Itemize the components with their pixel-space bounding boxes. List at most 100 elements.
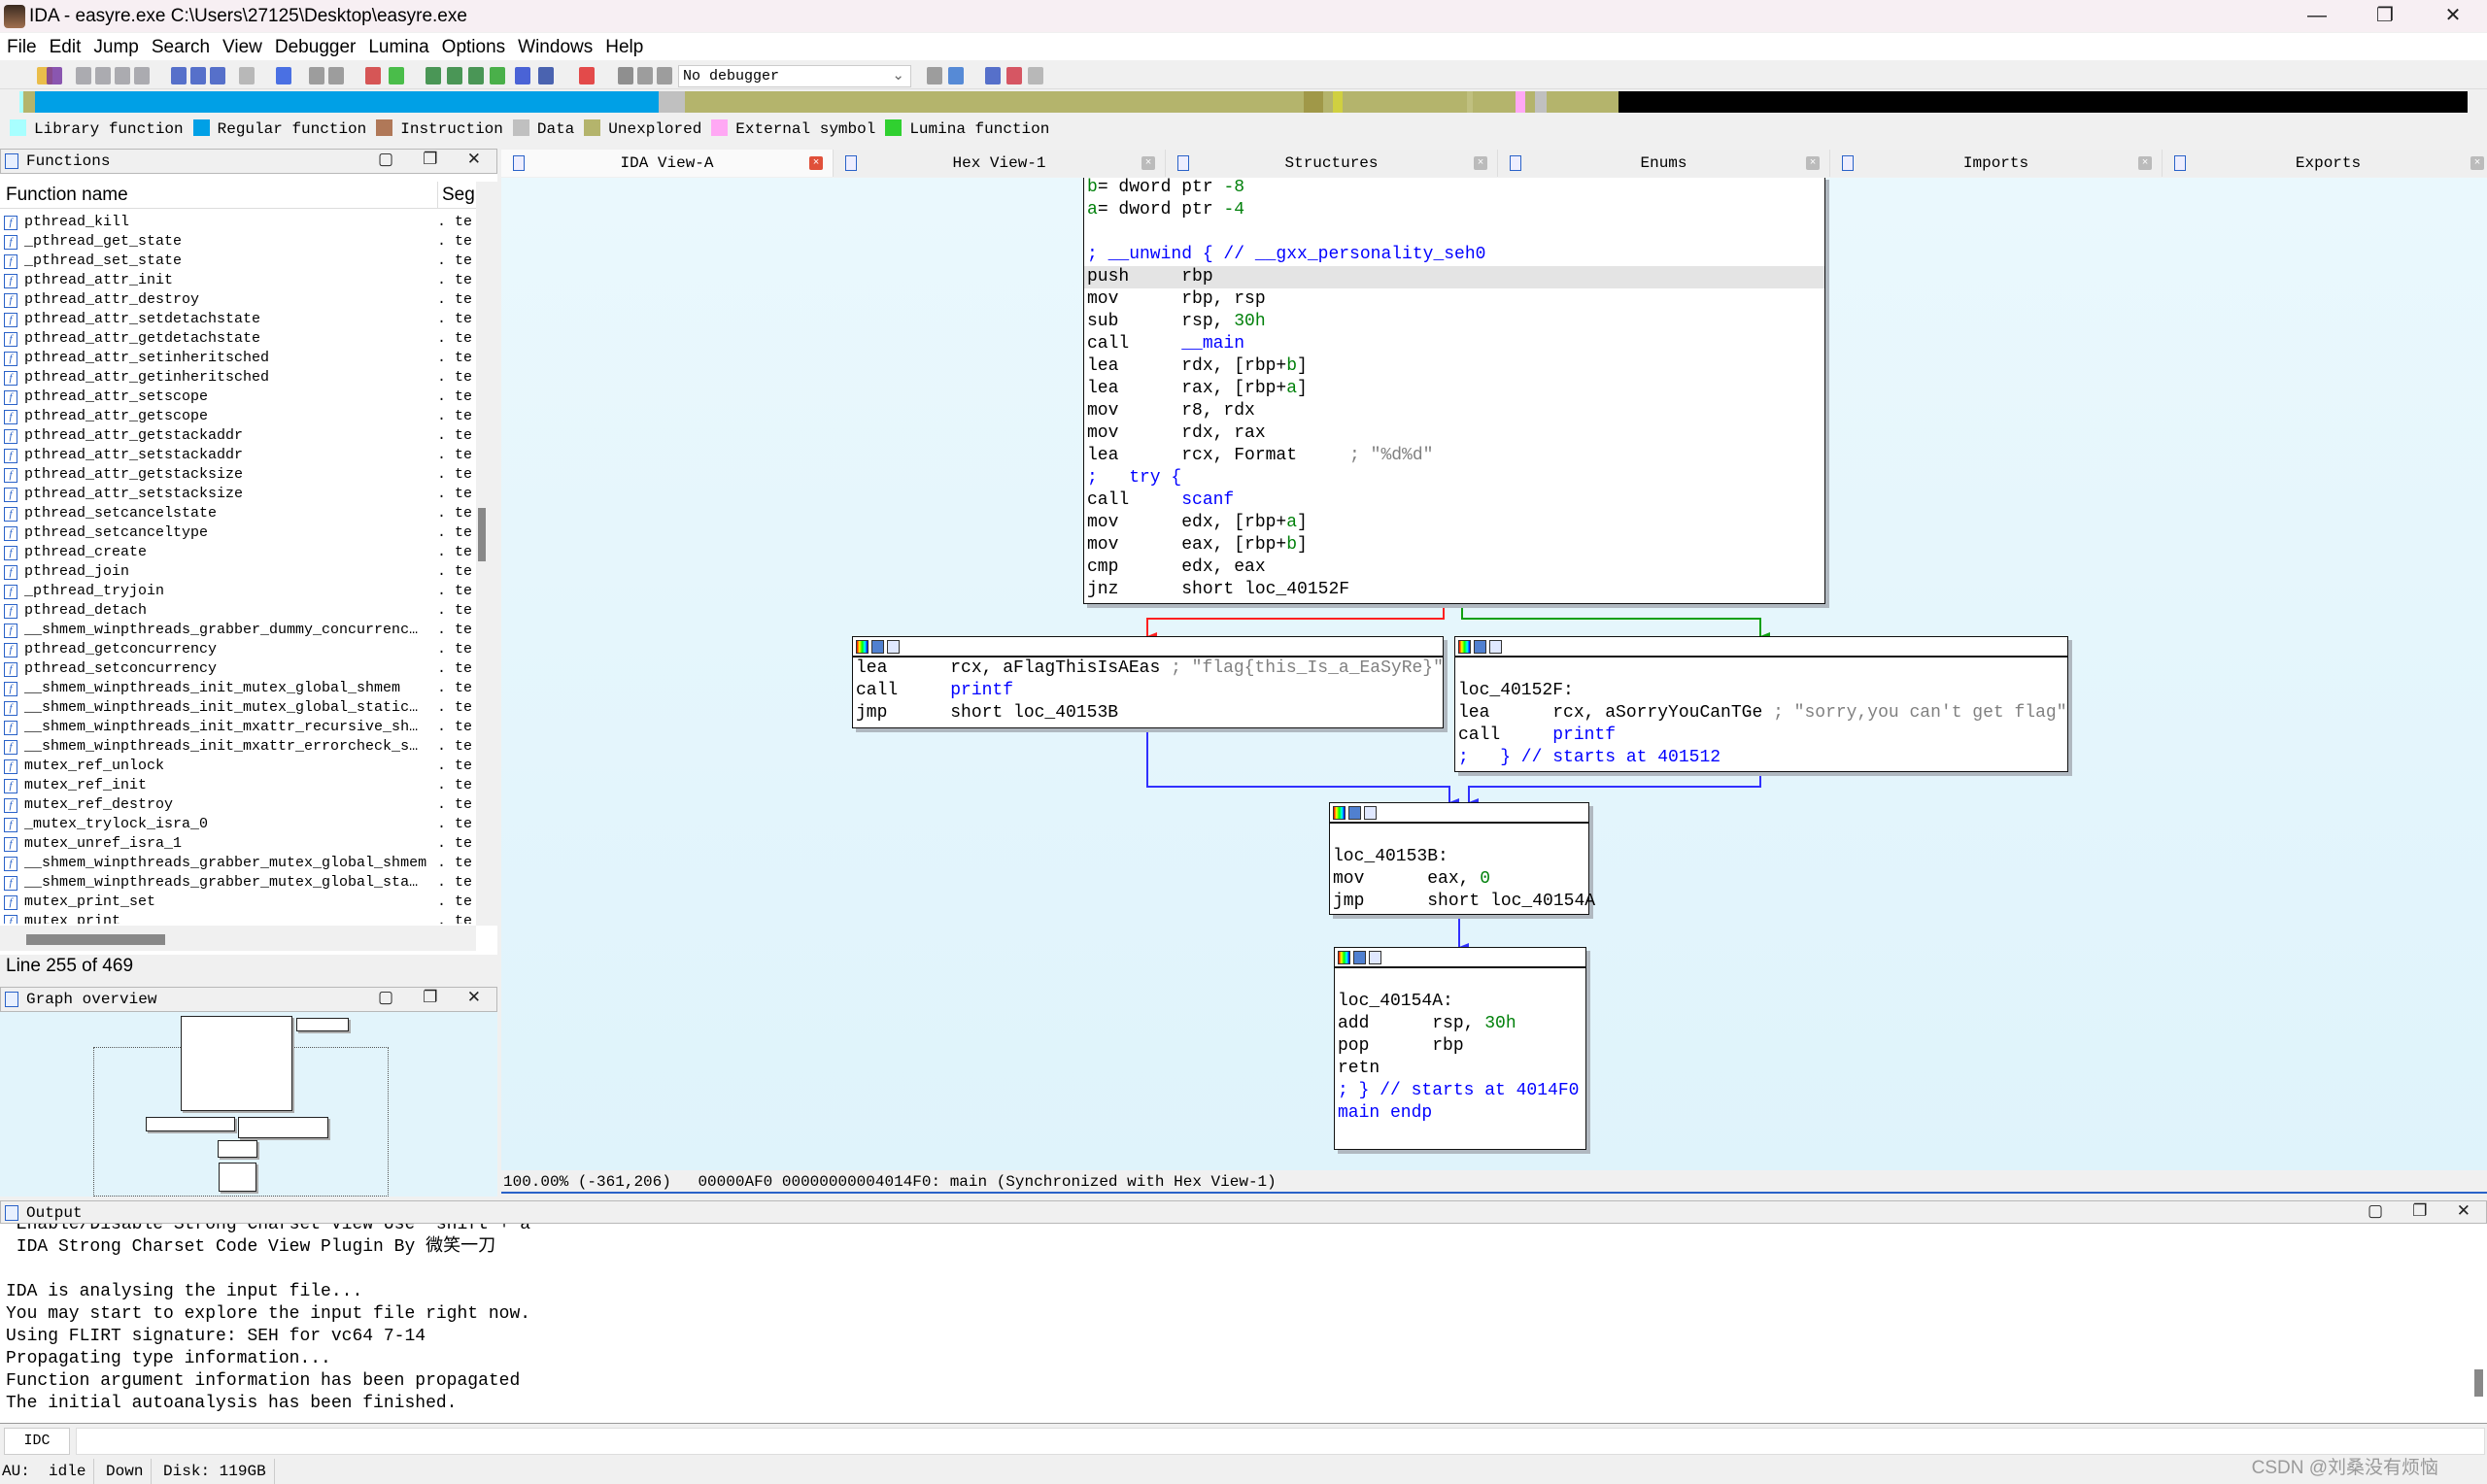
code-line[interactable] [1455,658,2067,680]
function-row[interactable]: f __shmem_winpthreads_init_mxattr_errorch… [0,737,476,757]
graph-toggle-icon[interactable] [887,640,900,654]
tab-imports[interactable]: Imports × [1830,150,2163,177]
code-line[interactable]: push rbp [1084,266,1824,288]
remove-breakpoint-icon[interactable] [1028,67,1043,84]
function-row[interactable]: f mutex_print_set . te [0,893,476,912]
code-line[interactable]: call scanf [1084,489,1824,512]
functions-hscroll-thumb[interactable] [26,934,165,945]
ascii-icon[interactable] [309,67,324,84]
tab-close-icon[interactable]: × [809,156,823,170]
function-row[interactable]: f __shmem_winpthreads_grabber_dummy_concu… [0,621,476,640]
edit-icon[interactable] [538,67,554,84]
code-line[interactable]: loc_40154A: [1335,991,1585,1013]
function-row[interactable]: f mutex_ref_init . te [0,776,476,795]
function-row[interactable]: f mutex_ref_destroy . te [0,795,476,815]
edge-jump[interactable] [1146,728,1459,806]
color-icon[interactable] [1338,951,1350,964]
stop-icon[interactable] [657,67,672,84]
function-row[interactable]: f __shmem_winpthreads_init_mutex_global_s… [0,679,476,698]
code-line[interactable]: lea rcx, aFlagThisIsAEas ; "flag{this_Is… [853,658,1444,680]
graph-toggle-icon[interactable] [1364,806,1377,820]
tab-enums[interactable]: Enums × [1498,150,1830,177]
menu-debugger[interactable]: Debugger [268,33,361,60]
delete-icon[interactable] [579,67,595,84]
function-row[interactable]: f pthread_attr_setstackaddr . te [0,446,476,465]
tab-close-icon[interactable]: × [1474,156,1487,170]
graph-node-sorry[interactable]: loc_40152F: lea rcx, aSorryYouCanTGe ; "s… [1454,636,2068,772]
function-row[interactable]: f pthread_attr_getdetachstate . te [0,329,476,349]
ida-view-graph[interactable]: b= dword ptr -8 a= dword ptr -4; __unwind… [501,178,2487,1170]
graph-node-flag[interactable]: lea rcx, aFlagThisIsAEas ; "flag{this_Is… [852,636,1444,728]
asterisk-icon[interactable] [515,67,530,84]
function-row[interactable]: f pthread_setcanceltype . te [0,523,476,543]
code-line[interactable]: jnz short loc_40152F [1084,579,1824,601]
code-line[interactable]: main endp [1335,1102,1585,1125]
graph-toggle-icon[interactable] [1369,951,1381,964]
graph-node-loc_40153B[interactable]: loc_40153B: mov eax, 0 jmp short loc_40154… [1329,802,1595,915]
function-row[interactable]: f _pthread_set_state . te [0,252,476,271]
code-line[interactable]: mov r8, rdx [1084,400,1824,422]
code-line[interactable]: lea rdx, [rbp+b] [1084,355,1824,378]
edge-true[interactable] [1461,606,1770,640]
output-window[interactable]: Enable/Disable Strong Charset View Use `… [0,1224,2487,1424]
function-row[interactable]: f pthread_getconcurrency . te [0,640,476,659]
tab-close-icon[interactable]: × [2470,156,2484,170]
code-line[interactable] [1335,968,1585,991]
column-header-function-name[interactable]: Function name [0,185,128,205]
code-line[interactable]: retn [1335,1058,1585,1080]
panel-window-buttons[interactable]: ▢ ❐ ✕ [378,988,491,1011]
string-icon[interactable] [468,67,484,84]
code-line[interactable]: mov rdx, rax [1084,422,1824,445]
code-line[interactable]: sub rsp, 30h [1084,311,1824,333]
code-line[interactable]: call __main [1084,333,1824,355]
code-line[interactable]: lea rcx, Format ; "%d%d" [1084,445,1824,467]
code-line[interactable]: mov eax, [rbp+b] [1084,534,1824,556]
dropdown-icon[interactable] [328,67,344,84]
code-line[interactable]: ; __unwind { // __gxx_personality_seh0 [1084,244,1824,266]
tab-close-icon[interactable]: × [1806,156,1820,170]
color-icon[interactable] [856,640,869,654]
save-icon[interactable] [47,67,62,84]
rename-icon[interactable] [1474,640,1486,654]
code-line[interactable]: lea rcx, aSorryYouCanTGe ; "sorry,you ca… [1455,702,2067,725]
functions-scroll-thumb[interactable] [478,508,486,561]
code-line[interactable]: call printf [853,680,1443,702]
function-row[interactable]: f __shmem_winpthreads_init_mutex_global_s… [0,698,476,718]
minimize-button[interactable]: — [2283,0,2351,32]
hex-icon[interactable] [171,67,187,84]
function-row[interactable]: f pthread_join . te [0,562,476,582]
jump-down-icon[interactable] [276,67,291,84]
function-row[interactable]: f _mutex_trylock_isra_0 . te [0,815,476,834]
menu-file[interactable]: File [0,33,43,60]
forward-icon[interactable] [115,67,130,84]
code-line[interactable]: ; try { [1084,467,1824,489]
code-icon[interactable] [426,67,441,84]
menu-lumina[interactable]: Lumina [361,33,434,60]
function-row[interactable]: f mutex_print . te [0,912,476,924]
function-row[interactable]: f pthread_attr_setscope . te [0,388,476,407]
menu-search[interactable]: Search [145,33,216,60]
menu-edit[interactable]: Edit [43,33,87,60]
menu-help[interactable]: Help [598,33,649,60]
function-row[interactable]: f pthread_detach . te [0,601,476,621]
menu-windows[interactable]: Windows [511,33,598,60]
function-row[interactable]: f pthread_attr_getinheritsched . te [0,368,476,388]
code-line[interactable]: add rsp, 30h [1335,1013,1585,1035]
breakpoint-list-icon[interactable] [985,67,1001,84]
disabled-icon[interactable] [239,67,255,84]
idc-command-input[interactable] [76,1428,2485,1455]
panel-window-buttons[interactable]: ▢ ❐ ✕ [2368,1201,2480,1225]
graph-icon[interactable] [365,67,381,84]
tab-structures[interactable]: Structures × [1166,150,1498,177]
menu-view[interactable]: View [216,33,268,60]
tab-close-icon[interactable]: × [2138,156,2152,170]
idc-language-button[interactable]: IDC [4,1428,70,1455]
forward-dropdown-icon[interactable] [134,67,150,84]
code-line[interactable] [1084,221,1824,244]
graph-overview[interactable] [0,1012,497,1197]
tab-ida-view-a[interactable]: IDA View-A × [501,150,834,177]
output-scroll-thumb[interactable] [2474,1369,2483,1397]
function-row[interactable]: f pthread_attr_setinheritsched . te [0,349,476,368]
function-row[interactable]: f pthread_create . te [0,543,476,562]
rename-icon[interactable] [1348,806,1361,820]
